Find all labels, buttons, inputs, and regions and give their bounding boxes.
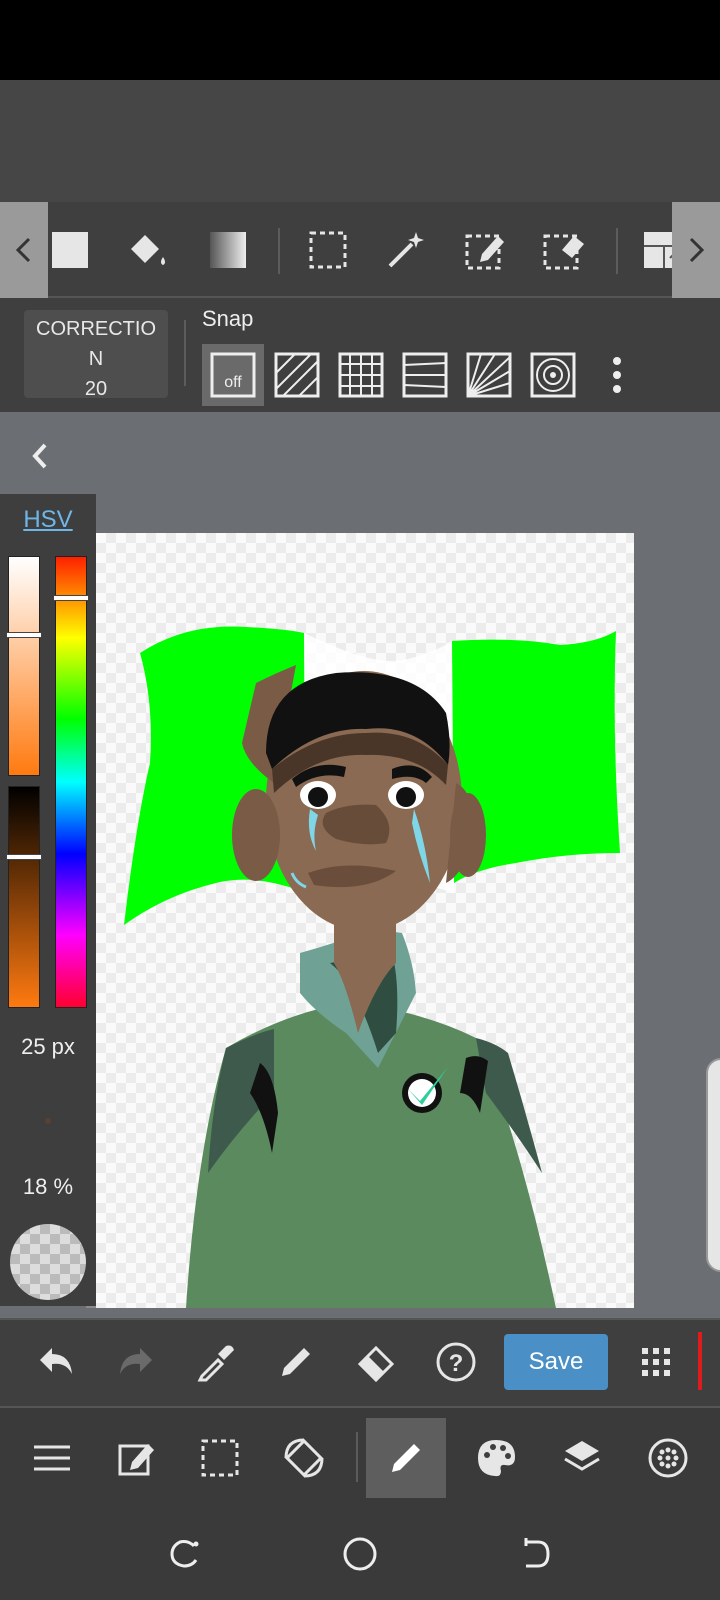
transform-icon[interactable] [264,1418,344,1498]
magic-wand-icon[interactable] [376,220,436,280]
artboard[interactable] [96,533,634,1308]
chevron-left-icon [32,443,47,469]
snap-grid-button[interactable] [330,344,392,406]
palette-icon[interactable] [456,1418,536,1498]
opacity-value[interactable]: 18 % [0,1174,96,1200]
app-header [0,80,720,202]
more-vert-icon[interactable] [586,344,648,406]
layers-icon[interactable] [542,1418,622,1498]
color-indicator [698,1332,702,1390]
select-eraser-icon[interactable] [534,220,594,280]
correction-value: 20 [84,378,108,398]
saturation-slider[interactable] [6,556,42,776]
help-icon[interactable]: ? [424,1330,488,1394]
tool-toolbar [0,202,720,298]
brush-icon[interactable] [366,1418,446,1498]
material-icon[interactable] [628,1418,708,1498]
home-icon[interactable] [332,1526,388,1582]
select-pen-icon[interactable] [456,220,516,280]
status-bar [0,0,720,80]
hue-slider[interactable] [53,556,89,1008]
edit-icon[interactable] [96,1418,176,1498]
side-drawer-handle[interactable] [706,1058,720,1272]
save-button[interactable]: Save [504,1334,608,1390]
snap-off-button[interactable]: off [202,344,264,406]
recent-apps-icon[interactable] [156,1526,212,1582]
undo-icon[interactable] [24,1330,88,1394]
action-bar: ? Save [0,1318,720,1406]
illustration [124,626,620,1308]
value-handle[interactable] [6,854,42,861]
tool-options-bar: CORRECTION 20 Snap off [0,298,720,412]
selection-icon[interactable] [180,1418,260,1498]
snap-parallel-button[interactable] [266,344,328,406]
redo-icon[interactable] [104,1330,168,1394]
system-nav-bar [0,1504,720,1600]
eraser-icon[interactable] [344,1330,408,1394]
snap-off-text: off [224,374,242,391]
collapse-panel-button[interactable] [20,432,60,480]
menu-icon[interactable] [12,1418,92,1498]
svg-text:?: ? [449,1350,464,1377]
bottom-nav [0,1406,720,1504]
color-preview[interactable] [10,1224,86,1300]
correction-control[interactable]: CORRECTION 20 [24,310,168,398]
brush-size-value[interactable]: 25 px [0,1034,96,1060]
chevron-right-icon[interactable] [672,202,720,298]
snap-label: Snap [202,306,254,331]
snap-radial-button[interactable] [458,344,520,406]
correction-label: CORRECTION [36,318,156,370]
saturation-handle[interactable] [6,632,42,639]
gradient-icon[interactable] [198,220,258,280]
fill-rect-icon[interactable] [40,220,100,280]
pencil-icon[interactable] [264,1330,328,1394]
snap-circle-button[interactable] [522,344,584,406]
eyedropper-icon[interactable] [184,1330,248,1394]
grid-dots-icon[interactable] [624,1330,688,1394]
snap-perspective-button[interactable] [394,344,456,406]
back-icon[interactable] [508,1526,564,1582]
bucket-icon[interactable] [118,220,178,280]
value-slider[interactable] [6,786,42,1008]
color-panel: HSV 25 px 18 % [0,494,96,1306]
brush-preview-dot [45,1118,51,1124]
select-rect-icon[interactable] [298,220,358,280]
hue-handle[interactable] [53,594,89,601]
hsv-mode-link[interactable]: HSV [0,506,96,534]
